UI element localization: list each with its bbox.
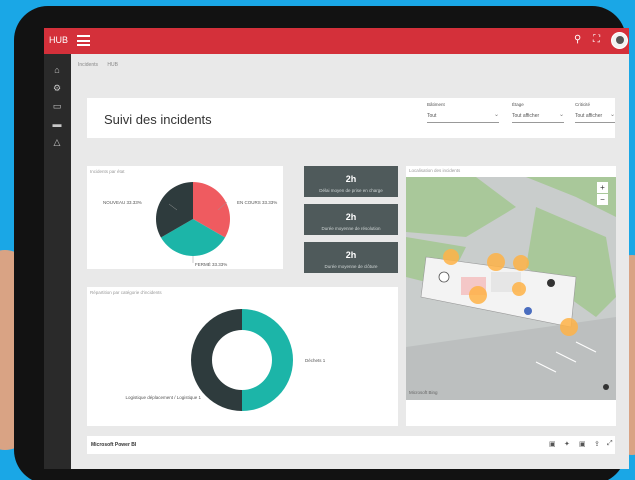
facebook-icon[interactable]: ▣ [579,440,586,448]
search-icon[interactable]: ⚲ [574,34,581,45]
filter-label: Étage [512,102,524,107]
filter-select[interactable]: Tout afficher [575,111,615,123]
settings-icon[interactable]: ⚙ [51,82,63,94]
expand-icon[interactable]: ⤢ [607,440,613,448]
tablet-frame: HUB ⚲ ⛶ ⌂ ⚙ ▭ ▬ △ Incidents HUB Suivi de… [14,6,629,480]
top-bar: HUB ⚲ ⛶ [44,28,629,54]
map-attribution: Microsoft Bing [409,390,438,395]
map-view[interactable]: + − Microsoft Bing [406,177,616,400]
brand-logo[interactable]: HUB [49,35,68,45]
map-card: Localisation des incidents + − Microsoft… [406,166,616,426]
breadcrumb-item[interactable]: Incidents [78,62,98,68]
breadcrumb: Incidents HUB [78,62,126,68]
kpi-tile[interactable]: 2h Durée moyenne de clôture [304,242,398,273]
user-avatar[interactable] [611,32,628,49]
filter-criticality[interactable]: Criticité Tout afficher [575,102,615,123]
zoom-in-button[interactable]: + [597,182,608,193]
fullscreen-icon[interactable]: ⛶ [593,34,600,45]
kpi-label: Durée moyenne de résolution [321,226,381,231]
kpi-tile[interactable]: 2h Délai moyen de prise en charge [304,166,398,197]
powerbi-footer: Microsoft Power BI ▣ ✦ ▣ ⇪ ⤢ [87,436,615,454]
donut-chart[interactable] [87,287,398,426]
bell-icon[interactable]: △ [51,136,63,148]
donut-label-logistique: Logistique déplacement / Logistique 1 [125,395,201,400]
zoom-out-button[interactable]: − [597,194,608,205]
building-icon[interactable]: ▭ [51,100,63,112]
filter-select[interactable]: Tout afficher [512,111,564,123]
kpi-label: Durée moyenne de clôture [324,264,378,269]
pie-chart[interactable] [87,166,283,269]
linkedin-icon[interactable]: ▣ [549,440,556,448]
app-screen: HUB ⚲ ⛶ ⌂ ⚙ ▭ ▬ △ Incidents HUB Suivi de… [44,28,629,469]
donut-label-dechets: Déchets 1 [305,358,326,363]
card-title: Localisation des incidents [409,168,461,173]
kpi-value: 2h [345,212,357,222]
filter-floor[interactable]: Étage Tout afficher [512,102,564,123]
donut-chart-card: Répartition par catégorie d'incidents Dé… [87,287,398,426]
home-icon[interactable]: ⌂ [51,64,63,76]
breadcrumb-item[interactable]: HUB [107,62,118,68]
kpi-value: 2h [345,174,357,184]
kpi-label: Délai moyen de prise en charge [319,188,383,193]
kpi-tile[interactable]: 2h Durée moyenne de résolution [304,204,398,235]
powerbi-label[interactable]: Microsoft Power BI [91,442,136,448]
map-canvas [406,177,616,400]
page-title: Suivi des incidents [104,112,212,127]
share-icon[interactable]: ⇪ [594,440,600,448]
sidebar: ⌂ ⚙ ▭ ▬ △ [44,54,71,469]
filter-label: Criticité [575,102,591,107]
main-content: Incidents HUB Suivi des incidents Bâtime… [71,54,629,469]
filter-select[interactable]: Tout [427,111,499,123]
donut-slice-dechets[interactable] [242,309,293,411]
hamburger-menu-icon[interactable] [77,35,90,46]
pie-label-ferme: FERMÉ 33.33% [195,262,228,267]
page-header: Suivi des incidents Bâtiment Tout Étage … [87,98,615,138]
card-icon[interactable]: ▬ [51,118,63,130]
twitter-icon[interactable]: ✦ [564,440,570,448]
pie-chart-card: Incidents par état NOUVEAU 33.33% EN COU… [87,166,283,269]
filter-building[interactable]: Bâtiment Tout [427,102,499,123]
kpi-value: 2h [345,250,357,260]
filter-label: Bâtiment [427,102,445,107]
pie-label-nouveau: NOUVEAU 33.33% [103,200,142,205]
pie-label-en-cours: EN COURS 33.33% [237,200,278,205]
